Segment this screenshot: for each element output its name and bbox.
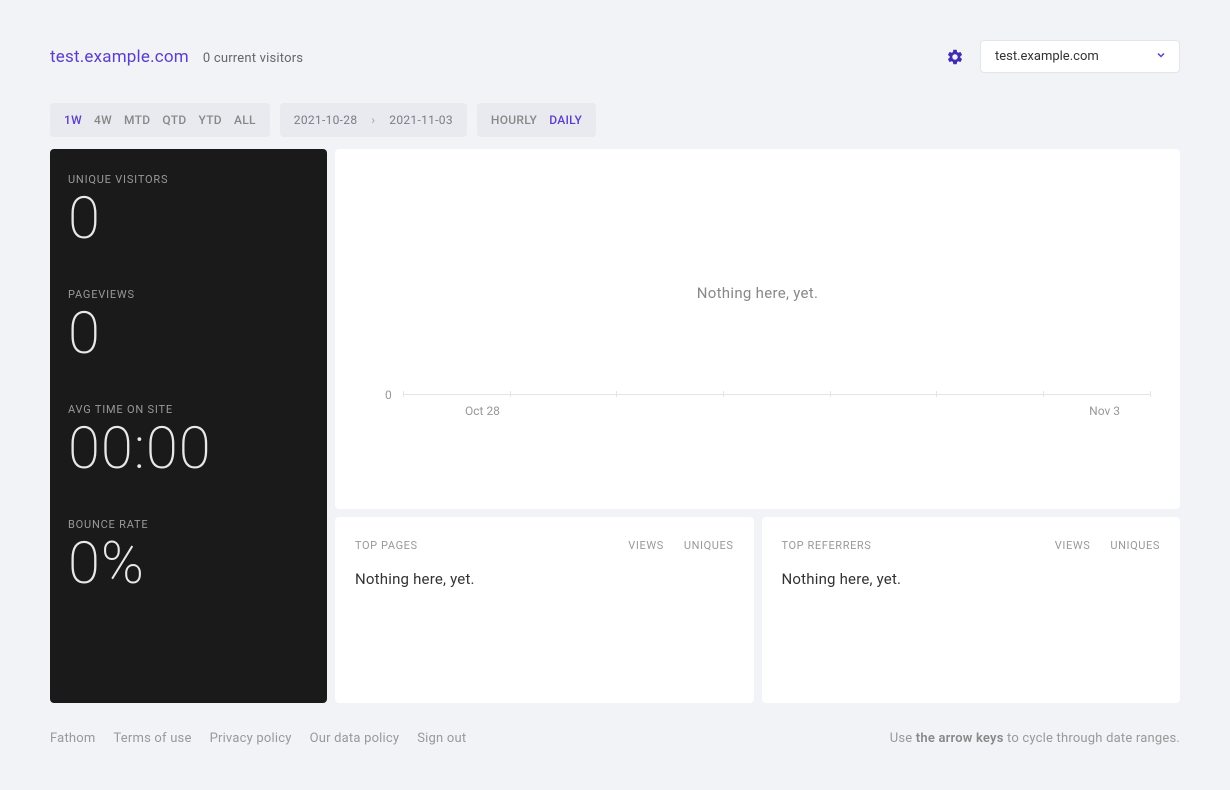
site-select-dropdown[interactable]: test.example.com: [980, 40, 1180, 73]
footer-links: Fathom Terms of use Privacy policy Our d…: [50, 731, 466, 746]
top-referrers-title: TOP REFERRERS: [782, 539, 872, 552]
metric-value: 0: [68, 190, 309, 248]
top-pages-card: TOP PAGES VIEWS UNIQUES Nothing here, ye…: [335, 517, 754, 703]
metric-unique-visitors: UNIQUE VISITORS 0: [68, 173, 309, 248]
top-referrers-empty: Nothing here, yet.: [782, 570, 1161, 588]
metric-value: 0: [68, 305, 309, 363]
chevron-down-icon: [1155, 49, 1167, 65]
granularity-daily[interactable]: DAILY: [549, 113, 582, 127]
granularity-hourly[interactable]: HOURLY: [491, 113, 537, 127]
date-to: 2021-11-03: [389, 113, 453, 127]
range-mtd[interactable]: MTD: [124, 113, 150, 127]
x-axis-line: [403, 394, 1150, 395]
top-referrers-card: TOP REFERRERS VIEWS UNIQUES Nothing here…: [762, 517, 1181, 703]
site-title[interactable]: test.example.com: [50, 47, 189, 67]
top-pages-empty: Nothing here, yet.: [355, 570, 734, 588]
y-axis-zero: 0: [385, 388, 392, 402]
footer-link-signout[interactable]: Sign out: [417, 731, 466, 746]
range-4w[interactable]: 4W: [94, 113, 112, 127]
x-axis-start-label: Oct 28: [465, 404, 500, 418]
site-select-value: test.example.com: [995, 49, 1099, 64]
footer-link-data-policy[interactable]: Our data policy: [310, 731, 400, 746]
x-axis-end-label: Nov 3: [1089, 404, 1120, 418]
metric-bounce-rate: BOUNCE RATE 0%: [68, 518, 309, 593]
range-qtd[interactable]: QTD: [162, 113, 186, 127]
metrics-sidebar: UNIQUE VISITORS 0 PAGEVIEWS 0 AVG TIME O…: [50, 149, 327, 703]
footer-link-privacy[interactable]: Privacy policy: [210, 731, 292, 746]
col-views: VIEWS: [628, 539, 664, 552]
metric-value: 00:00: [68, 420, 309, 478]
range-selector: 1W 4W MTD QTD YTD ALL: [50, 103, 270, 137]
chart-card: Nothing here, yet. 0 Oct 28 Nov 3: [335, 149, 1180, 509]
date-separator: ›: [371, 113, 375, 127]
footer-link-terms[interactable]: Terms of use: [113, 731, 191, 746]
range-ytd[interactable]: YTD: [198, 113, 221, 127]
range-1w[interactable]: 1W: [64, 113, 82, 127]
top-pages-title: TOP PAGES: [355, 539, 418, 552]
gear-icon[interactable]: [946, 48, 964, 66]
metric-pageviews: PAGEVIEWS 0: [68, 288, 309, 363]
col-uniques: UNIQUES: [684, 539, 734, 552]
date-range-picker[interactable]: 2021-10-28 › 2021-11-03: [280, 103, 467, 137]
col-uniques: UNIQUES: [1110, 539, 1160, 552]
metric-label: PAGEVIEWS: [68, 288, 309, 301]
granularity-selector: HOURLY DAILY: [477, 103, 596, 137]
current-visitors-label: 0 current visitors: [203, 51, 303, 66]
date-from: 2021-10-28: [294, 113, 358, 127]
metric-value: 0%: [68, 535, 309, 593]
chart-empty-text: Nothing here, yet.: [697, 284, 819, 302]
metric-label: UNIQUE VISITORS: [68, 173, 309, 186]
footer-tip: Use the arrow keys to cycle through date…: [890, 731, 1180, 746]
range-all[interactable]: ALL: [234, 113, 256, 127]
metric-avg-time: AVG TIME ON SITE 00:00: [68, 403, 309, 478]
col-views: VIEWS: [1055, 539, 1091, 552]
footer-link-fathom[interactable]: Fathom: [50, 731, 95, 746]
